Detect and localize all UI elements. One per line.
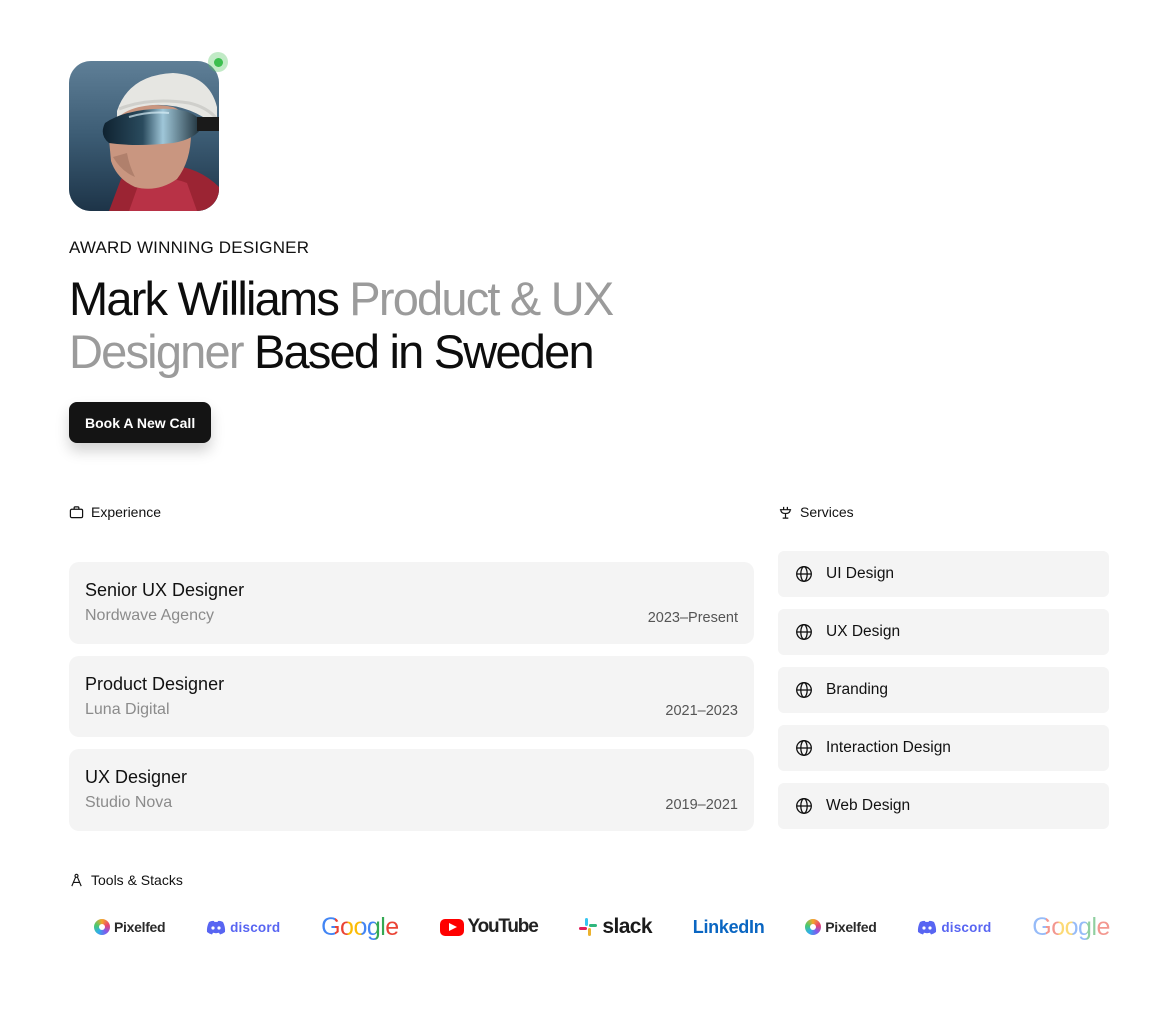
logo-label: Discord xyxy=(230,919,281,935)
online-status-indicator xyxy=(208,52,228,72)
eyebrow-text: AWARD WINNING DESIGNER xyxy=(69,238,310,257)
experience-title: Product Designer xyxy=(85,674,225,694)
service-label: Web Design xyxy=(826,797,911,814)
compass-icon xyxy=(71,873,82,886)
logo-label: Pixelfed xyxy=(114,919,166,935)
service-item: Web Design xyxy=(778,783,1109,829)
globe-icon xyxy=(796,624,812,640)
services-heading: Services xyxy=(778,504,854,520)
services-label: Services xyxy=(800,504,854,520)
profile-avatar xyxy=(69,52,228,211)
experience-title: Senior UX Designer xyxy=(85,580,245,600)
discord-icon xyxy=(207,920,226,934)
experience-years: 2021–2023 xyxy=(665,703,738,719)
youtube-play-icon xyxy=(439,918,464,936)
google-logo: Google xyxy=(1032,913,1110,942)
hero-headline: Mark Williams Product & UX Designer Base… xyxy=(69,272,689,378)
experience-label: Experience xyxy=(91,504,162,520)
slack-logo: slack xyxy=(578,915,653,939)
experience-card: UX Designer Studio Nova 2019–2021 xyxy=(69,749,754,831)
logo-label: Discord xyxy=(941,919,992,935)
services-list: UI Design UX Design Branding Interaction… xyxy=(778,551,1109,829)
experience-years: 2023–Present xyxy=(647,610,738,626)
dining-icon xyxy=(779,506,792,519)
service-label: UX Design xyxy=(826,623,901,640)
experience-card: Product Designer Luna Digital 2021–2023 xyxy=(69,656,754,737)
experience-company: Studio Nova xyxy=(85,794,173,811)
experience-years: 2019–2021 xyxy=(665,797,738,813)
logo-label: LinkedIn xyxy=(692,916,765,937)
globe-icon xyxy=(796,798,812,814)
discord-icon xyxy=(918,920,937,934)
globe-icon xyxy=(796,740,812,756)
logo-label: Google xyxy=(1032,912,1110,941)
discord-logo: Discord xyxy=(206,920,280,935)
tools-label: Tools & Stacks xyxy=(91,872,183,888)
service-label: UI Design xyxy=(826,565,895,582)
pixelfed-logo: Pixelfed xyxy=(94,919,166,935)
logo-label: slack xyxy=(602,915,652,938)
avatar-photo xyxy=(69,61,219,211)
service-item: UX Design xyxy=(778,609,1109,655)
experience-heading: Experience xyxy=(69,504,161,520)
globe-icon xyxy=(796,682,812,698)
tools-logo-strip: Pixelfed Discord Google YouTube slack Li… xyxy=(94,906,1110,948)
service-label: Branding xyxy=(826,681,889,698)
logo-label: Pixelfed xyxy=(825,919,877,935)
headline-location: Based in Sweden xyxy=(253,325,595,378)
linkedin-logo: LinkedIn xyxy=(693,917,765,938)
service-item: Interaction Design xyxy=(778,725,1109,771)
logo-label: YouTube xyxy=(467,916,539,937)
service-item: UI Design xyxy=(778,551,1109,597)
pixelfed-logo: Pixelfed xyxy=(805,919,877,935)
service-item: Branding xyxy=(778,667,1109,713)
experience-company: Nordwave Agency xyxy=(85,607,214,624)
youtube-logo: YouTube xyxy=(439,916,539,938)
logo-label: Google xyxy=(321,912,399,941)
experience-title: UX Designer xyxy=(85,767,188,787)
discord-logo: Discord xyxy=(917,920,991,935)
book-call-button[interactable]: Book A New Call xyxy=(69,402,212,443)
briefcase-icon xyxy=(69,505,84,518)
headline-name: Mark Williams xyxy=(69,272,340,325)
google-logo: Google xyxy=(321,913,399,942)
pixelfed-icon xyxy=(94,919,110,935)
experience-list: Senior UX Designer Nordwave Agency 2023–… xyxy=(69,562,754,831)
experience-company: Luna Digital xyxy=(85,701,170,718)
globe-icon xyxy=(796,566,812,582)
slack-icon xyxy=(579,918,598,936)
pixelfed-icon xyxy=(805,919,822,935)
experience-card: Senior UX Designer Nordwave Agency 2023–… xyxy=(69,562,754,644)
tools-heading: Tools & Stacks xyxy=(69,872,183,888)
avatar-illustration xyxy=(69,61,219,211)
service-label: Interaction Design xyxy=(826,739,951,756)
